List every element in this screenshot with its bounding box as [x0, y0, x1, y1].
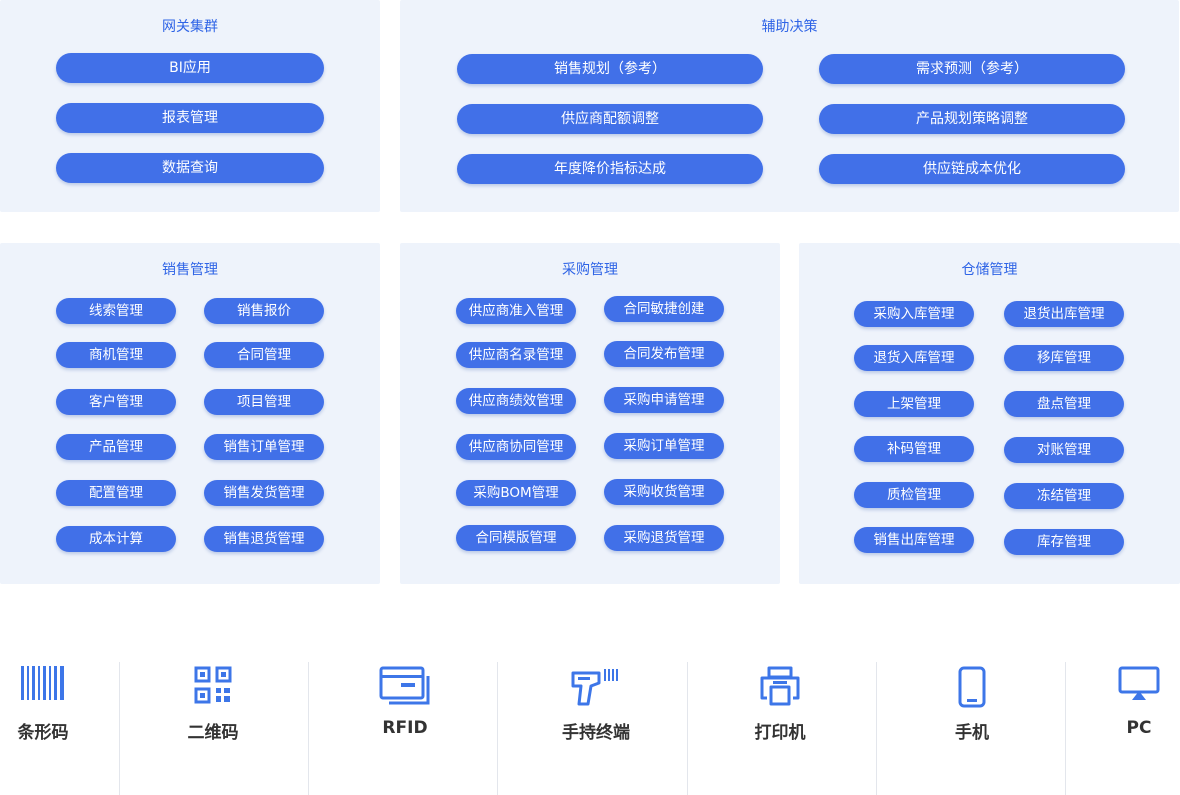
- purchase-item[interactable]: 合同发布管理: [604, 341, 724, 367]
- device-barcode: 条形码: [0, 662, 86, 795]
- warehouse-management-panel: 仓储管理 采购入库管理 退货出库管理 退货入库管理 移库管理 上架管理 盘点管理…: [799, 243, 1180, 584]
- warehouse-item[interactable]: 质检管理: [854, 482, 974, 508]
- sales-item[interactable]: 配置管理: [56, 480, 176, 506]
- decision-support-title: 辅助决策: [761, 19, 818, 35]
- warehouse-item[interactable]: 采购入库管理: [854, 301, 974, 327]
- device-handheld: 手持终端: [520, 662, 672, 795]
- device-pc: PC: [1096, 662, 1180, 795]
- sales-item[interactable]: 商机管理: [56, 342, 176, 368]
- warehouse-item[interactable]: 移库管理: [1004, 345, 1124, 371]
- sales-item[interactable]: 产品管理: [56, 434, 176, 460]
- device-label: 二维码: [187, 723, 239, 743]
- sales-item[interactable]: 项目管理: [204, 389, 324, 415]
- gateway-item-data-query[interactable]: 数据查询: [56, 153, 324, 183]
- sales-item[interactable]: 销售订单管理: [204, 434, 324, 460]
- purchase-item[interactable]: 采购BOM管理: [456, 480, 576, 506]
- gateway-item-bi[interactable]: BI应用: [56, 53, 324, 83]
- purchase-item[interactable]: 采购退货管理: [604, 525, 724, 551]
- barcode-icon: [21, 666, 65, 704]
- divider: [497, 662, 498, 795]
- purchase-item[interactable]: 采购订单管理: [604, 433, 724, 459]
- printer-icon: [759, 666, 801, 710]
- sales-item[interactable]: 成本计算: [56, 526, 176, 552]
- sales-item[interactable]: 合同管理: [204, 342, 324, 368]
- warehouse-item[interactable]: 冻结管理: [1004, 483, 1124, 509]
- divider: [687, 662, 688, 795]
- device-rfid: RFID: [330, 662, 480, 795]
- sales-item[interactable]: 销售报价: [204, 298, 324, 324]
- qrcode-icon: [194, 666, 232, 708]
- decision-item-price-reduction[interactable]: 年度降价指标达成: [457, 154, 763, 184]
- sales-item[interactable]: 销售发货管理: [204, 480, 324, 506]
- rfid-card-icon: [379, 666, 431, 710]
- purchase-item[interactable]: 供应商协同管理: [456, 434, 576, 460]
- gateway-cluster-title: 网关集群: [162, 19, 218, 35]
- warehouse-item[interactable]: 上架管理: [854, 391, 974, 417]
- divider: [308, 662, 309, 795]
- warehouse-item[interactable]: 对账管理: [1004, 437, 1124, 463]
- warehouse-item[interactable]: 库存管理: [1004, 529, 1124, 555]
- warehouse-item[interactable]: 退货出库管理: [1004, 301, 1124, 327]
- warehouse-management-title: 仓储管理: [961, 262, 1018, 278]
- gateway-cluster-panel: 网关集群 BI应用 报表管理 数据查询: [0, 0, 380, 212]
- divider: [876, 662, 877, 795]
- divider: [119, 662, 120, 795]
- handheld-scanner-icon: [570, 666, 622, 710]
- decision-item-supply-cost[interactable]: 供应链成本优化: [819, 154, 1125, 184]
- decision-item-sales-plan[interactable]: 销售规划（参考）: [457, 54, 763, 84]
- warehouse-item[interactable]: 补码管理: [854, 436, 974, 462]
- sales-management-panel: 销售管理 线索管理 销售报价 商机管理 合同管理 客户管理 项目管理 产品管理 …: [0, 243, 380, 584]
- device-label: PC: [1126, 718, 1152, 738]
- device-mobile: 手机: [897, 662, 1047, 795]
- device-label: 手机: [955, 723, 989, 743]
- purchase-item[interactable]: 合同敏捷创建: [604, 296, 724, 322]
- decision-item-demand-forecast[interactable]: 需求预测（参考）: [819, 54, 1125, 84]
- sales-management-title: 销售管理: [162, 262, 218, 278]
- sales-item[interactable]: 客户管理: [56, 389, 176, 415]
- device-label: 条形码: [17, 723, 69, 743]
- device-label: RFID: [382, 718, 428, 738]
- decision-item-product-strategy[interactable]: 产品规划策略调整: [819, 104, 1125, 134]
- sales-item[interactable]: 线索管理: [56, 298, 176, 324]
- warehouse-item[interactable]: 销售出库管理: [854, 527, 974, 553]
- purchase-management-title: 采购管理: [562, 262, 618, 278]
- decision-support-panel: 辅助决策 销售规划（参考） 需求预测（参考） 供应商配额调整 产品规划策略调整 …: [400, 0, 1179, 212]
- warehouse-item[interactable]: 退货入库管理: [854, 345, 974, 371]
- decision-item-supplier-quota[interactable]: 供应商配额调整: [457, 104, 763, 134]
- purchase-item[interactable]: 采购收货管理: [604, 479, 724, 505]
- divider: [1065, 662, 1066, 795]
- purchase-item[interactable]: 供应商准入管理: [456, 298, 576, 324]
- sales-item[interactable]: 销售退货管理: [204, 526, 324, 552]
- warehouse-item[interactable]: 盘点管理: [1004, 391, 1124, 417]
- gateway-item-report[interactable]: 报表管理: [56, 103, 324, 133]
- device-printer: 打印机: [707, 662, 853, 795]
- purchase-item[interactable]: 采购申请管理: [604, 387, 724, 413]
- purchase-item[interactable]: 供应商绩效管理: [456, 388, 576, 414]
- purchase-management-panel: 采购管理 供应商准入管理 合同敏捷创建 供应商名录管理 合同发布管理 供应商绩效…: [400, 243, 780, 584]
- device-strip: 条形码 二维码 RFID 手持终端 打印机 手机 PC: [0, 662, 1180, 795]
- device-label: 打印机: [754, 723, 806, 743]
- purchase-item[interactable]: 供应商名录管理: [456, 342, 576, 368]
- purchase-item[interactable]: 合同模版管理: [456, 525, 576, 551]
- device-label: 手持终端: [562, 723, 630, 743]
- monitor-icon: [1118, 666, 1160, 706]
- device-qrcode: 二维码: [140, 662, 286, 795]
- mobile-phone-icon: [958, 666, 986, 712]
